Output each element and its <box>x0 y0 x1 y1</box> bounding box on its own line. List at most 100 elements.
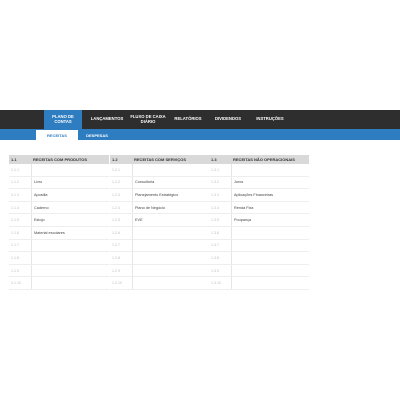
top-nav-bar: PLANO DE CONTAS LANÇAMENTOS FLUXO DE CAI… <box>0 110 400 129</box>
table-row[interactable]: 1.2.1 <box>110 164 210 177</box>
row-label[interactable] <box>232 265 309 277</box>
row-code: 1.3.7 <box>209 239 232 252</box>
row-code: 1.3.5 <box>209 214 232 226</box>
table-row[interactable]: 1.1.6 Material escolares <box>9 226 109 240</box>
row-label[interactable]: Estojo <box>32 214 109 226</box>
nav-dividendos[interactable]: DIVIDENDOS <box>208 110 248 129</box>
row-code: 1.3.1 <box>209 164 232 176</box>
table-header: 1.2 RECEITAS COM SERVIÇOS <box>110 155 210 164</box>
row-label[interactable] <box>32 252 109 264</box>
row-code: 1.2.2 <box>110 176 133 189</box>
row-code: 1.3.4 <box>209 201 232 214</box>
nav-relatorios[interactable]: RELATÓRIOS <box>168 110 208 129</box>
row-code: 1.1.2 <box>9 176 32 189</box>
table-row[interactable]: 1.2.3 Planejamento Estratégico <box>110 189 210 202</box>
row-label[interactable] <box>232 240 309 252</box>
table-row[interactable]: 1.3.2 Juros <box>209 176 309 190</box>
row-code: 1.2.3 <box>110 189 133 201</box>
tab-despesas[interactable]: DESPESAS <box>78 130 116 140</box>
table-row[interactable]: 1.2.5 EVE <box>110 214 210 227</box>
row-label[interactable]: Juros <box>232 177 309 189</box>
table-row[interactable]: 1.3.1 <box>209 164 309 177</box>
row-label[interactable] <box>232 277 309 289</box>
row-code: 1.1.6 <box>9 226 32 239</box>
row-label[interactable]: Consultoria <box>133 177 210 189</box>
row-code: 1.1.4 <box>9 201 32 214</box>
table-row[interactable]: 1.2.10 <box>110 277 210 290</box>
row-label[interactable] <box>133 277 210 289</box>
table-row[interactable]: 1.3.3 Aplicações Financeiras <box>209 189 309 202</box>
row-label[interactable] <box>32 164 109 176</box>
table-row[interactable]: 1.2.2 Consultoria <box>110 176 210 190</box>
table-row[interactable]: 1.3.7 <box>209 239 309 253</box>
table-row[interactable]: 1.1.8 <box>9 252 109 265</box>
table-row[interactable]: 1.2.4 Plano de Negócio <box>110 201 210 215</box>
row-code: 1.1.7 <box>9 239 32 252</box>
table-header: 1.3 RECEITAS NÃO OPERACIONAIS <box>209 155 309 164</box>
row-label[interactable]: Renda Fixa <box>232 202 309 214</box>
nav-instrucoes[interactable]: INSTRUÇÕES <box>250 110 290 129</box>
nav-plano-de-contas[interactable]: PLANO DE CONTAS <box>44 110 82 129</box>
row-label[interactable]: Poupança <box>232 214 309 226</box>
table-row[interactable]: 1.2.7 <box>110 239 210 253</box>
row-label[interactable] <box>32 265 109 277</box>
row-code: 1.2.4 <box>110 201 133 214</box>
row-code: 1.1.9 <box>9 264 32 277</box>
table-receitas-nao-operacionais: 1.3 RECEITAS NÃO OPERACIONAIS 1.3.1 1.3.2 Ju… <box>209 155 309 290</box>
table-header-code: 1.1 <box>11 157 17 162</box>
row-label[interactable] <box>133 240 210 252</box>
row-label[interactable] <box>133 265 210 277</box>
table-row[interactable]: 1.2.8 <box>110 252 210 265</box>
row-label[interactable] <box>133 164 210 176</box>
row-label[interactable]: Caderno <box>32 202 109 214</box>
table-row[interactable]: 1.3.5 Poupança <box>209 214 309 227</box>
row-code: 1.3.8 <box>209 252 232 264</box>
table-row[interactable]: 1.1.3 Apostila <box>9 189 109 202</box>
nav-lancamentos[interactable]: LANÇAMENTOS <box>86 110 128 129</box>
table-row[interactable]: 1.3.6 <box>209 226 309 240</box>
row-code: 1.2.6 <box>110 226 133 239</box>
row-label[interactable] <box>232 252 309 264</box>
row-code: 1.2.1 <box>110 164 133 176</box>
row-label[interactable]: Planejamento Estratégico <box>133 189 210 201</box>
row-label[interactable] <box>32 240 109 252</box>
row-label[interactable] <box>232 227 309 239</box>
table-header-code: 1.3 <box>211 157 217 162</box>
table-row[interactable]: 1.1.2 Livro <box>9 176 109 190</box>
row-code: 1.3.10 <box>209 277 232 289</box>
row-label[interactable] <box>232 164 309 176</box>
table-row[interactable]: 1.1.7 <box>9 239 109 253</box>
table-receitas-produtos: 1.1 RECEITAS COM PRODUTOS 1.1.1 1.1.2 Livro 1… <box>9 155 109 290</box>
row-label[interactable]: Material escolares <box>32 227 109 239</box>
table-row[interactable]: 1.2.6 <box>110 226 210 240</box>
row-label[interactable] <box>32 277 109 289</box>
tab-receitas[interactable]: RECEITAS <box>36 130 78 140</box>
table-row[interactable]: 1.1.5 Estojo <box>9 214 109 227</box>
table-row[interactable]: 1.1.4 Caderno <box>9 201 109 215</box>
table-row[interactable]: 1.3.9 <box>209 264 309 278</box>
row-code: 1.1.1 <box>9 164 32 176</box>
table-row[interactable]: 1.1.1 <box>9 164 109 177</box>
nav-fluxo-de-caixa[interactable]: FLUXO DE CAIXA DIÁRIO <box>128 110 168 129</box>
table-receitas-servicos: 1.2 RECEITAS COM SERVIÇOS 1.2.1 1.2.2 Consul… <box>110 155 210 290</box>
row-label[interactable]: Apostila <box>32 189 109 201</box>
table-header: 1.1 RECEITAS COM PRODUTOS <box>9 155 109 164</box>
table-row[interactable]: 1.2.9 <box>110 264 210 278</box>
row-code: 1.1.3 <box>9 189 32 201</box>
row-label[interactable]: Livro <box>32 177 109 189</box>
table-row[interactable]: 1.3.4 Renda Fixa <box>209 201 309 215</box>
row-code: 1.3.3 <box>209 189 232 201</box>
table-row[interactable]: 1.1.9 <box>9 264 109 278</box>
row-code: 1.3.9 <box>209 264 232 277</box>
table-header-title: RECEITAS NÃO OPERACIONAIS <box>233 157 295 162</box>
row-code: 1.2.9 <box>110 264 133 277</box>
table-row[interactable]: 1.3.8 <box>209 252 309 265</box>
row-label[interactable]: Aplicações Financeiras <box>232 189 309 201</box>
table-row[interactable]: 1.1.10 <box>9 277 109 290</box>
row-label[interactable] <box>133 227 210 239</box>
table-row[interactable]: 1.3.10 <box>209 277 309 290</box>
row-label[interactable]: EVE <box>133 214 210 226</box>
row-code: 1.1.5 <box>9 214 32 226</box>
row-label[interactable]: Plano de Negócio <box>133 202 210 214</box>
row-label[interactable] <box>133 252 210 264</box>
